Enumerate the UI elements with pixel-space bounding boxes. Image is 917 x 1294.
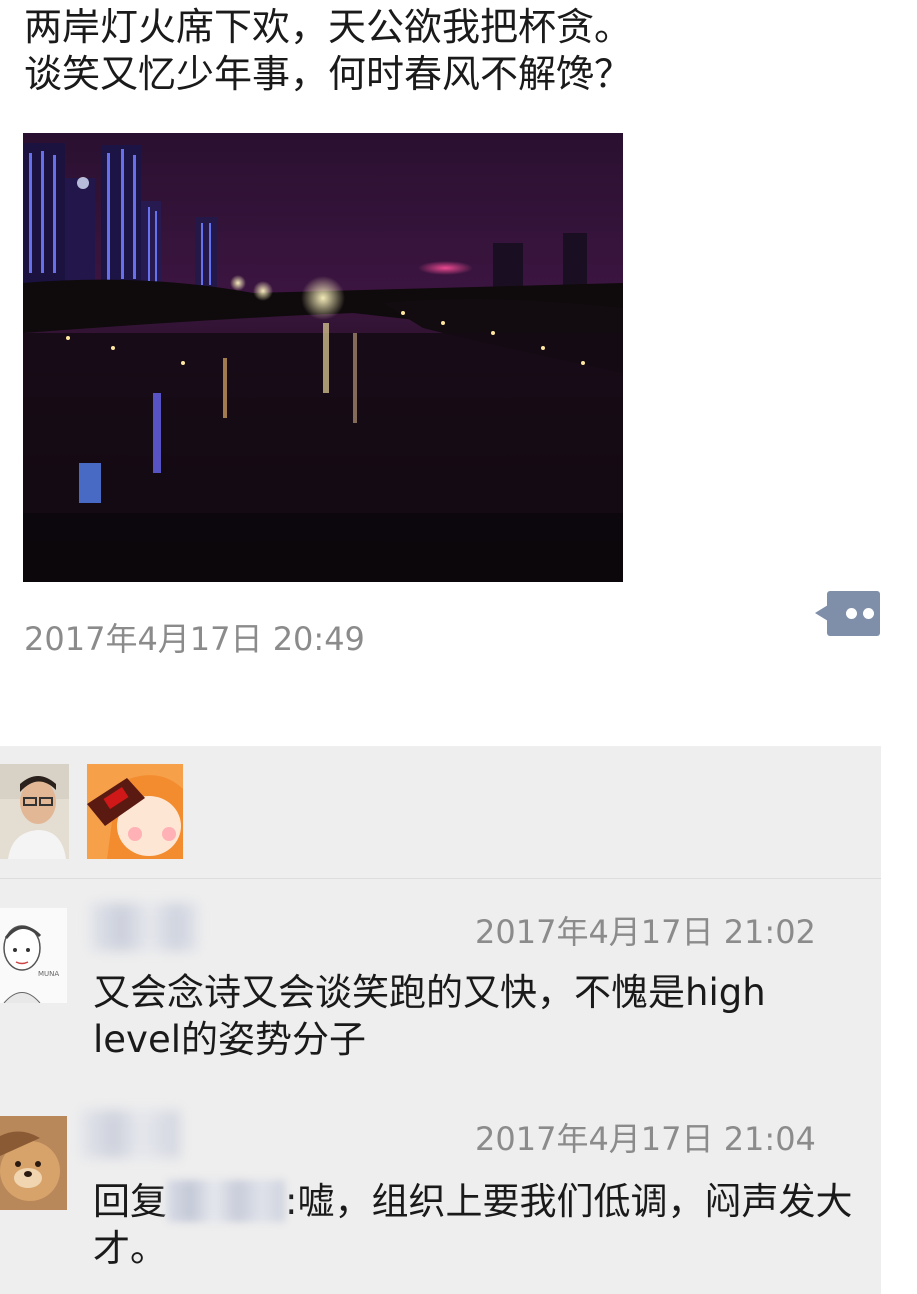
post-photo[interactable] (23, 133, 623, 582)
comment-text: 又会念诗又会谈笑跑的又快，不愧是high level的姿势分子 (93, 971, 766, 1061)
comment-avatar-sketch-boy[interactable]: MUNA (0, 908, 67, 1003)
post-text-line-1: 两岸灯火席下欢，天公欲我把杯贪。 (24, 5, 633, 49)
likes-row (0, 746, 881, 879)
reply-prefix: 回复 (93, 1180, 167, 1223)
comment-button[interactable] (815, 591, 880, 636)
post-timestamp: 2017年4月17日 20:49 (24, 620, 365, 658)
like-avatar-anime-girl[interactable] (87, 764, 183, 859)
comment-avatar-dog[interactable] (0, 1116, 67, 1210)
comment-dot-left (846, 608, 857, 619)
comment-text: 回复:嘘，组织上要我们低调，闷声发大才。 (93, 1178, 863, 1272)
comment-dot-right (863, 608, 874, 619)
likes-comments-panel: MUNA 2017年4月17日 21:02 又会念诗又会谈笑跑的又快，不愧是hi… (0, 746, 881, 1294)
post-text-line-2: 谈笑又忆少年事，何时春风不解馋？ (24, 52, 633, 96)
reply-target-name-blurred[interactable] (167, 1180, 285, 1222)
post-text: 两岸灯火席下欢，天公欲我把杯贪。 谈笑又忆少年事，何时春风不解馋？ (24, 4, 894, 98)
svg-text:MUNA: MUNA (38, 970, 59, 978)
comment-timestamp: 2017年4月17日 21:04 (475, 1120, 816, 1158)
like-avatar-man[interactable] (0, 764, 69, 859)
comment-timestamp: 2017年4月17日 21:02 (475, 913, 816, 951)
night-river-cityscape-image (23, 133, 623, 582)
comment-author-name-blurred[interactable] (90, 903, 198, 951)
comment-author-name-blurred[interactable] (80, 1110, 180, 1158)
